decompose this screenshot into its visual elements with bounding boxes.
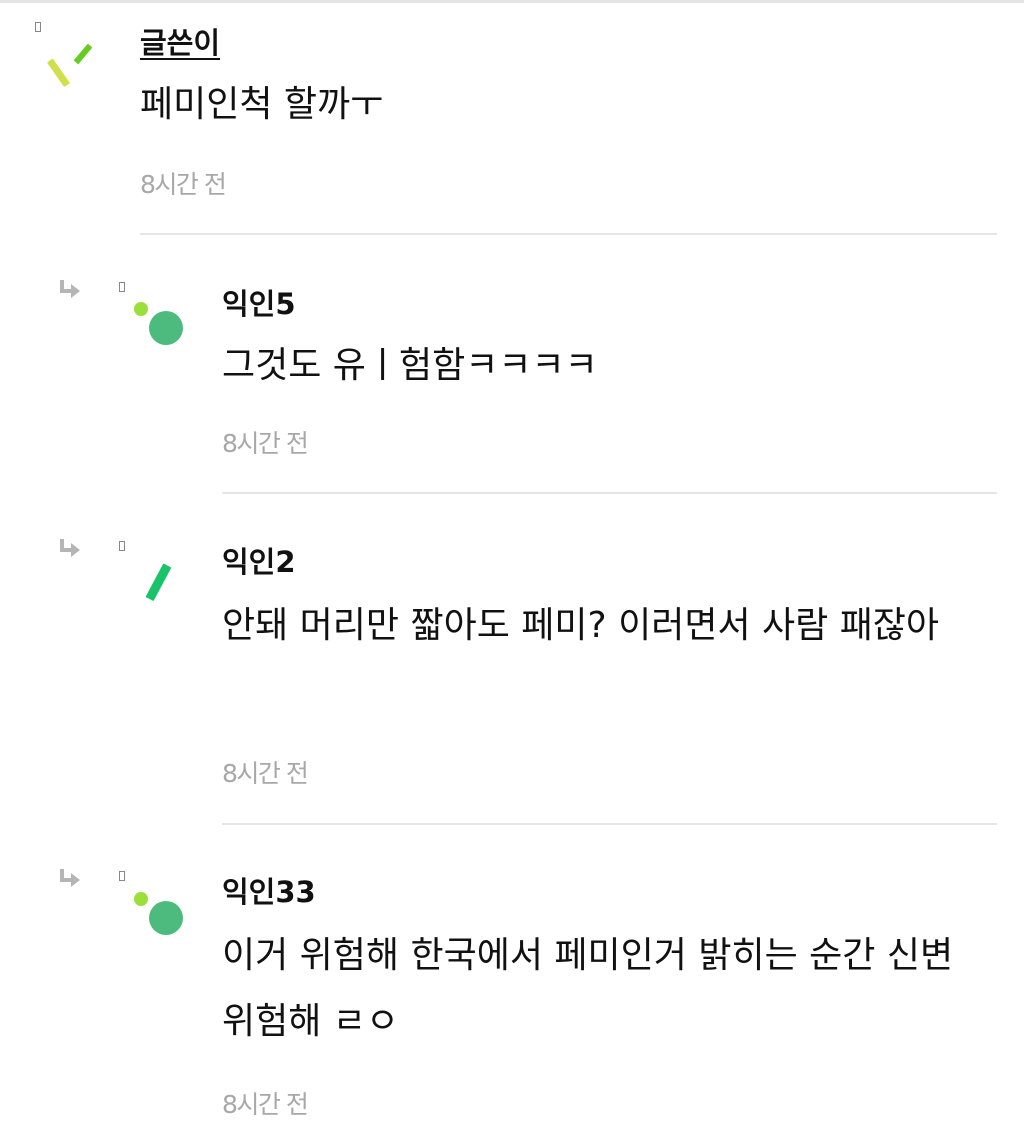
comment-divider bbox=[140, 233, 997, 235]
comment-body: 안돼 머리만 짧아도 페미? 이러면서 사람 패잖아 bbox=[222, 605, 940, 646]
comment-body: 그것도 유ㅣ험함ㅋㅋㅋㅋ bbox=[222, 345, 598, 386]
comment-body: 이거 위험해 한국에서 페미인거 밝히는 순간 신변 위험해 ㄹㅇ bbox=[222, 935, 954, 1042]
profile-marker-icon bbox=[119, 871, 125, 881]
comment-divider bbox=[222, 823, 997, 825]
top-border bbox=[0, 0, 1024, 3]
comment-timestamp: 8시간 전 bbox=[222, 1090, 309, 1119]
comment-author[interactable]: 글쓴이 bbox=[140, 20, 220, 62]
comment-author[interactable]: 익인5 bbox=[222, 281, 296, 323]
avatar-stick-icon[interactable] bbox=[130, 555, 190, 615]
comment-author[interactable]: 익인33 bbox=[222, 869, 316, 911]
profile-marker-icon bbox=[119, 282, 125, 292]
avatar-sticks-icon[interactable] bbox=[45, 38, 105, 98]
avatar-dots-icon[interactable] bbox=[128, 886, 188, 946]
profile-marker-icon bbox=[119, 541, 125, 551]
comment-timestamp: 8시간 전 bbox=[222, 759, 309, 788]
avatar-dots-icon[interactable] bbox=[128, 296, 188, 356]
reply-arrow-icon bbox=[60, 869, 80, 887]
reply-arrow-icon bbox=[60, 280, 80, 298]
comment-divider bbox=[222, 492, 997, 494]
comment-timestamp: 8시간 전 bbox=[222, 429, 309, 458]
comment-author[interactable]: 익인2 bbox=[222, 539, 296, 581]
reply-arrow-icon bbox=[60, 539, 80, 557]
comment-timestamp: 8시간 전 bbox=[140, 170, 227, 199]
comment-body: 페미인척 할까ㅜ bbox=[140, 84, 384, 125]
profile-marker-icon bbox=[35, 22, 41, 32]
